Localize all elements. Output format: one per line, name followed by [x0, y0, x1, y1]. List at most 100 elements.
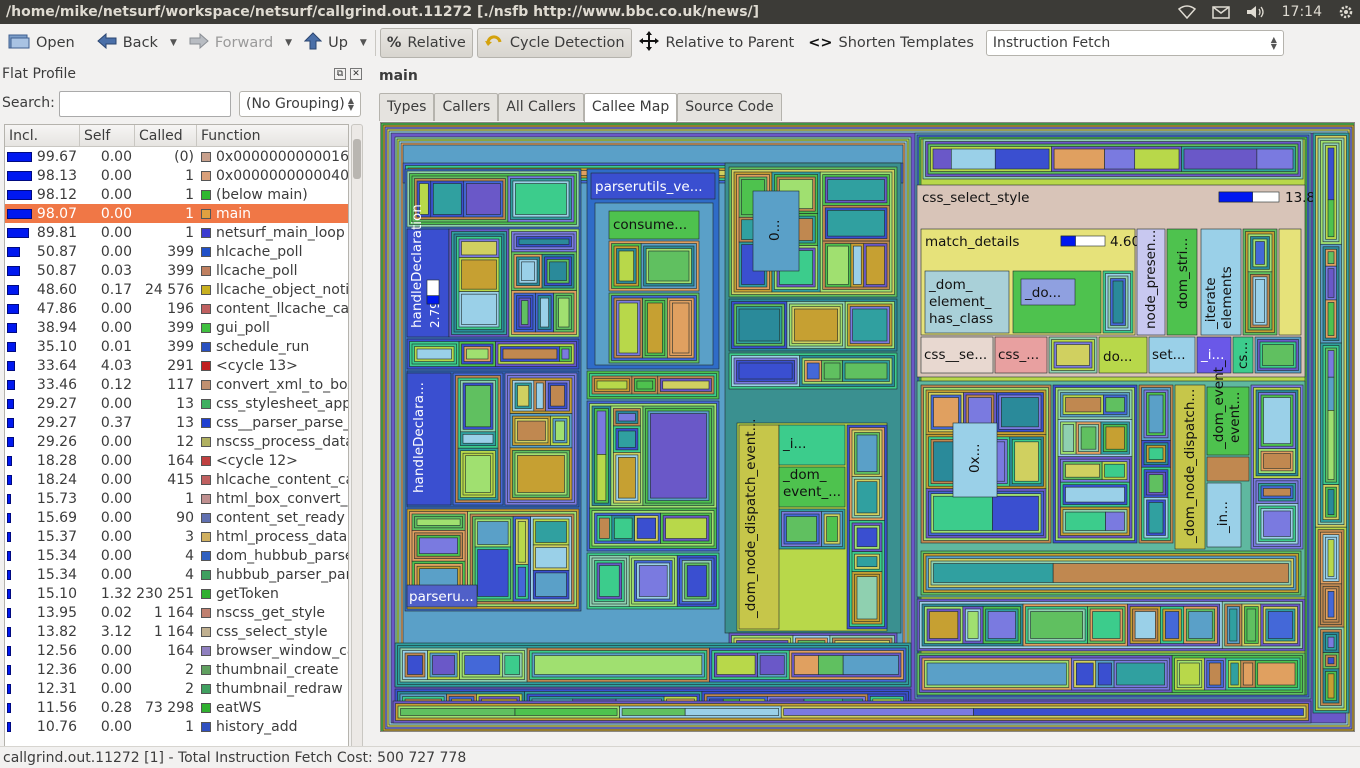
- treemap-cell[interactable]: [517, 385, 530, 407]
- treemap-cell[interactable]: [1014, 441, 1039, 482]
- treemap-cell[interactable]: [827, 210, 885, 237]
- treemap-cell[interactable]: [794, 308, 838, 342]
- treemap-cell[interactable]: [1134, 611, 1156, 639]
- column-incl[interactable]: Incl.: [5, 125, 80, 146]
- table-row[interactable]: 33.64 4.03 291 <cycle 13>: [5, 356, 348, 375]
- clock[interactable]: 17:14: [1282, 0, 1322, 24]
- treemap-cell[interactable]: [716, 655, 756, 675]
- treemap-cell[interactable]: [1080, 426, 1097, 450]
- back-button[interactable]: Back ▼: [93, 28, 181, 58]
- relative-toggle[interactable]: % Relative: [379, 28, 473, 58]
- treemap-cell[interactable]: [518, 238, 570, 245]
- treemap-cell[interactable]: [1229, 608, 1238, 642]
- treemap-cell[interactable]: [1148, 447, 1164, 461]
- treemap-cell[interactable]: [806, 362, 820, 380]
- treemap-cell[interactable]: [926, 662, 1067, 686]
- treemap-cell[interactable]: [599, 517, 610, 539]
- treemap-cell[interactable]: [1327, 199, 1335, 238]
- table-row[interactable]: 89.81 0.00 1 netsurf_main_loop: [5, 223, 348, 242]
- treemap-cell[interactable]: [465, 455, 491, 493]
- table-row[interactable]: 15.73 0.00 1 html_box_convert_d: [5, 489, 348, 508]
- treemap-cell[interactable]: [1053, 148, 1105, 170]
- treemap-cell[interactable]: [1256, 148, 1294, 170]
- scrollbar-thumb[interactable]: [353, 139, 361, 179]
- treemap-cell[interactable]: [535, 572, 567, 597]
- settings-gear-icon[interactable]: [1338, 4, 1354, 20]
- treemap-cell[interactable]: [1105, 397, 1125, 413]
- treemap-cell[interactable]: [1262, 344, 1294, 366]
- treemap-cell[interactable]: [1097, 662, 1112, 686]
- treemap-cell[interactable]: [1001, 397, 1039, 428]
- table-row[interactable]: 13.95 0.02 1 164 nscss_get_style: [5, 603, 348, 622]
- treemap-cell[interactable]: [967, 611, 979, 639]
- treemap-cell[interactable]: [1052, 563, 1289, 583]
- table-row[interactable]: 50.87 0.03 399 llcache_poll: [5, 261, 348, 280]
- cycle-detection-toggle[interactable]: Cycle Detection: [476, 28, 632, 58]
- treemap-cell[interactable]: [407, 655, 423, 675]
- treemap-cell[interactable]: [994, 148, 1050, 170]
- table-row[interactable]: 15.69 0.00 90 content_set_ready: [5, 508, 348, 527]
- table-row[interactable]: 12.36 0.00 2 thumbnail_create: [5, 660, 348, 679]
- treemap-cell[interactable]: [1056, 344, 1090, 366]
- treemap-cell[interactable]: [738, 362, 793, 380]
- treemap-cell[interactable]: [1148, 474, 1164, 493]
- treemap-cell[interactable]: [521, 261, 535, 281]
- forward-dropdown-icon[interactable]: ▼: [285, 38, 292, 48]
- treemap-cell[interactable]: [662, 380, 710, 390]
- treemap-cell[interactable]: [1327, 591, 1335, 618]
- treemap-cell[interactable]: [636, 380, 654, 390]
- treemap-cell[interactable]: [987, 611, 1016, 639]
- table-row[interactable]: 13.82 3.12 1 164 css_select_style: [5, 622, 348, 641]
- table-row[interactable]: 48.60 0.17 24 576 llcache_object_notif: [5, 280, 348, 299]
- treemap-cell[interactable]: [932, 148, 952, 170]
- treemap-cell[interactable]: [1062, 424, 1074, 452]
- treemap-cell[interactable]: [517, 566, 526, 597]
- treemap-cell[interactable]: [416, 348, 452, 360]
- treemap-cell[interactable]: [1246, 608, 1257, 642]
- table-row[interactable]: 18.28 0.00 164 <cycle 12>: [5, 451, 348, 470]
- treemap-cell[interactable]: [596, 380, 628, 390]
- treemap-cell[interactable]: [738, 308, 780, 342]
- tab-types[interactable]: Types: [379, 93, 435, 121]
- treemap-cell[interactable]: [665, 517, 707, 539]
- treemap-cell[interactable]: [672, 302, 690, 354]
- relative-to-parent-button[interactable]: Relative to Parent: [634, 28, 799, 58]
- forward-button[interactable]: Forward ▼: [185, 28, 296, 58]
- treemap-cell[interactable]: [1165, 611, 1180, 639]
- treemap-cell[interactable]: [535, 521, 567, 543]
- treemap-cell[interactable]: [1116, 662, 1165, 686]
- treemap-cell[interactable]: [540, 297, 549, 328]
- treemap-cell[interactable]: [1327, 636, 1335, 648]
- treemap-cell[interactable]: [1255, 279, 1265, 323]
- treemap-cell[interactable]: [1255, 241, 1265, 265]
- treemap-cell[interactable]: [842, 655, 899, 675]
- treemap-cell[interactable]: [856, 527, 878, 547]
- treemap-cell[interactable]: [973, 708, 1304, 716]
- treemap-cell[interactable]: [550, 385, 565, 407]
- treemap-cell[interactable]: [950, 148, 996, 170]
- treemap-cell[interactable]: [614, 517, 633, 539]
- table-row[interactable]: 29.27 0.00 13 css_stylesheet_appe: [5, 394, 348, 413]
- treemap-cell[interactable]: [648, 250, 690, 282]
- treemap-cell[interactable]: [793, 655, 819, 675]
- treemap-cell[interactable]: [464, 655, 501, 675]
- table-row[interactable]: 29.27 0.37 13 css__parser_parse_c: [5, 413, 348, 432]
- treemap-cell[interactable]: [1278, 228, 1302, 336]
- treemap-cell[interactable]: [477, 549, 509, 597]
- grouping-select[interactable]: (No Grouping) ▲ ▼: [239, 91, 361, 117]
- treemap-cell[interactable]: [536, 382, 544, 409]
- treemap-cell[interactable]: [1327, 376, 1335, 411]
- treemap-cell[interactable]: [826, 516, 838, 542]
- treemap-cell[interactable]: [1327, 657, 1335, 665]
- treemap-cell[interactable]: [465, 183, 501, 215]
- treemap-cell[interactable]: [515, 183, 567, 215]
- back-dropdown-icon[interactable]: ▼: [170, 38, 177, 48]
- treemap-cell[interactable]: [933, 563, 1054, 583]
- treemap-cell[interactable]: [517, 420, 546, 441]
- treemap-cell[interactable]: [618, 430, 636, 448]
- treemap-cell[interactable]: [596, 454, 607, 501]
- treemap-cell[interactable]: [933, 397, 959, 428]
- treemap-cell[interactable]: [462, 434, 494, 444]
- treemap-cell[interactable]: [1263, 488, 1291, 497]
- treemap-cell[interactable]: [465, 385, 491, 428]
